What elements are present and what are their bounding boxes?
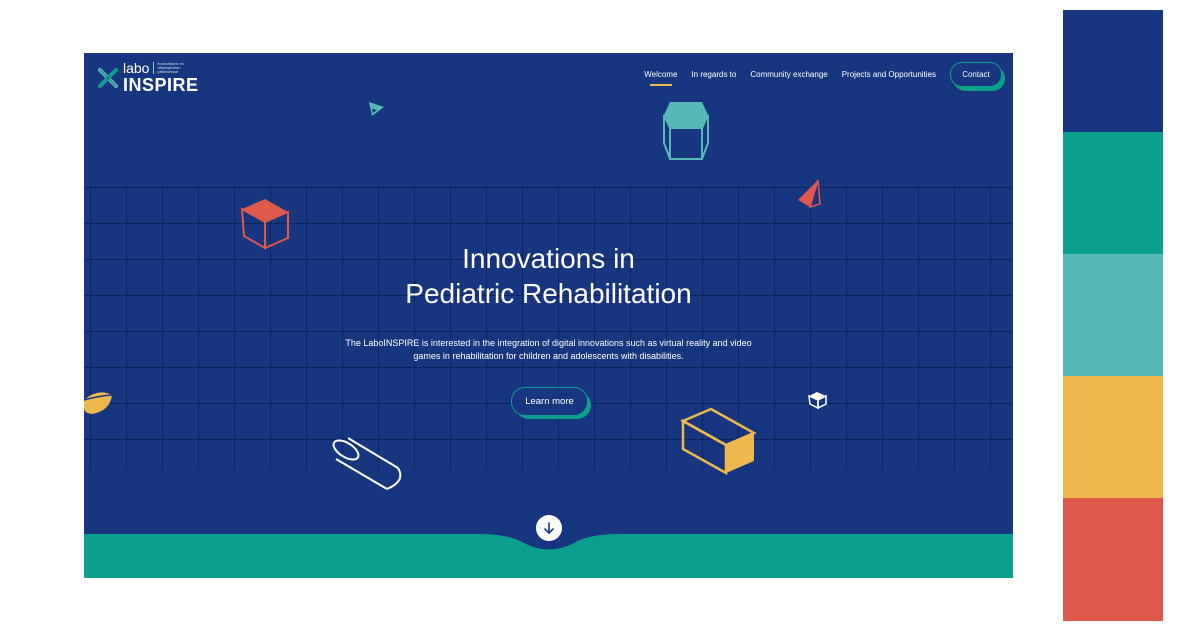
swatch-light-teal xyxy=(1063,254,1163,376)
nav-item-in-regards-to[interactable]: In regards to xyxy=(691,70,736,79)
logo-inspire-text: INSPIRE xyxy=(123,75,199,95)
white-cylinder-shape xyxy=(332,437,402,490)
nav-item-projects[interactable]: Projects and Opportunities xyxy=(842,70,936,79)
logo-labo-text: labo xyxy=(123,60,150,76)
logo-tagline: Innovations en réadaptation pédiatrique xyxy=(153,62,201,74)
arrow-down-icon xyxy=(544,522,554,534)
swatch-yellow xyxy=(1063,376,1163,498)
hero-title-line-2: Pediatric Rehabilitation xyxy=(405,278,692,309)
teal-hexagon-prism-shape xyxy=(663,102,709,160)
site-logo[interactable]: labo Innovations en réadaptation pédiatr… xyxy=(97,61,201,94)
swatch-red xyxy=(1063,498,1163,621)
swatch-teal xyxy=(1063,132,1163,254)
scroll-down-button[interactable] xyxy=(536,515,562,541)
labo-x-mark-icon xyxy=(98,67,118,88)
contact-button[interactable]: Contact xyxy=(950,62,1005,91)
logo-text: labo Innovations en réadaptation pédiatr… xyxy=(123,61,201,94)
hero-title-line-1: Innovations in xyxy=(462,243,635,274)
hero-description: The LaboINSPIRE is interested in the int… xyxy=(345,338,752,361)
decorative-shapes xyxy=(84,102,827,490)
nav-item-community-exchange[interactable]: Community exchange xyxy=(750,70,827,79)
yellow-hemisphere-shape xyxy=(84,392,113,414)
learn-more-button[interactable]: Learn more xyxy=(511,387,591,419)
main-navigation: Welcome In regards to Community exchange… xyxy=(644,62,1005,91)
contact-button-label: Contact xyxy=(950,62,1002,87)
swatch-navy xyxy=(1063,10,1163,132)
teal-triangle-shape xyxy=(369,102,384,116)
nav-item-welcome[interactable]: Welcome xyxy=(644,70,677,86)
hero-title: Innovations in Pediatric Rehabilitation xyxy=(84,241,1013,311)
learn-more-button-label: Learn more xyxy=(511,387,588,416)
website-screenshot: labo Innovations en réadaptation pédiatr… xyxy=(84,53,1013,578)
yellow-box-shape xyxy=(680,407,757,476)
red-pyramid-shape xyxy=(798,179,821,209)
color-palette xyxy=(1063,10,1163,621)
white-small-cube-shape xyxy=(808,392,827,410)
